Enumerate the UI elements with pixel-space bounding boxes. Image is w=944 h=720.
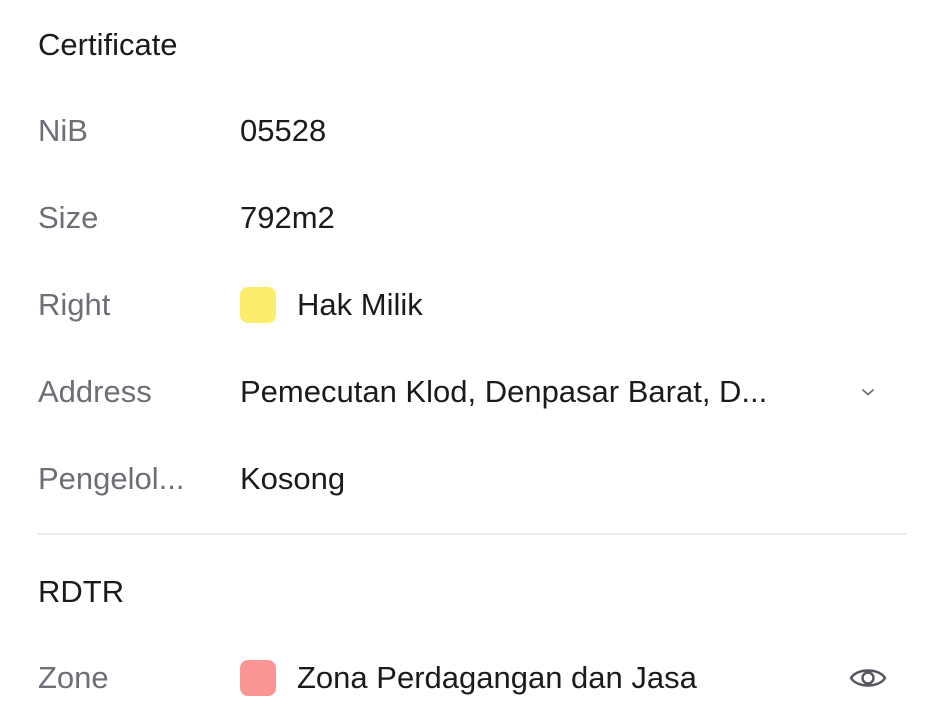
zone-value-text: Zona Perdagangan dan Jasa [297, 660, 697, 695]
nib-value: 05528 [240, 113, 326, 149]
pengelola-value-text: Kosong [240, 461, 346, 496]
zone-label: Zone [38, 660, 109, 695]
right-row: Right Hak Milik [0, 275, 944, 335]
chevron-down-icon[interactable] [856, 380, 880, 404]
nib-label: NiB [38, 113, 88, 148]
right-color-swatch [240, 287, 276, 323]
zone-value: Zona Perdagangan dan Jasa [240, 660, 697, 696]
rdtr-title: RDTR [38, 574, 125, 609]
nib-value-text: 05528 [240, 113, 327, 148]
address-label: Address [38, 374, 152, 409]
pengelola-value: Kosong [240, 461, 345, 497]
nib-row: NiB 05528 [0, 101, 944, 161]
eye-icon[interactable] [848, 663, 888, 693]
right-value: Hak Milik [240, 287, 423, 323]
address-row[interactable]: Address Pemecutan Klod, Denpasar Barat, … [0, 362, 944, 422]
zone-color-swatch [240, 660, 276, 696]
size-label: Size [38, 200, 99, 235]
zone-row: Zone Zona Perdagangan dan Jasa [0, 648, 944, 708]
size-value-text: 792m2 [240, 200, 335, 235]
pengelola-row: Pengelol... Kosong [0, 449, 944, 509]
pengelola-label: Pengelol... [38, 461, 185, 496]
right-label: Right [38, 287, 111, 322]
size-value: 792m2 [240, 200, 335, 236]
right-value-text: Hak Milik [297, 287, 423, 322]
certificate-title: Certificate [38, 27, 178, 62]
size-row: Size 792m2 [0, 188, 944, 248]
address-value: Pemecutan Klod, Denpasar Barat, D... [240, 374, 767, 410]
address-value-text: Pemecutan Klod, Denpasar Barat, D... [240, 374, 768, 409]
section-divider [38, 533, 906, 535]
